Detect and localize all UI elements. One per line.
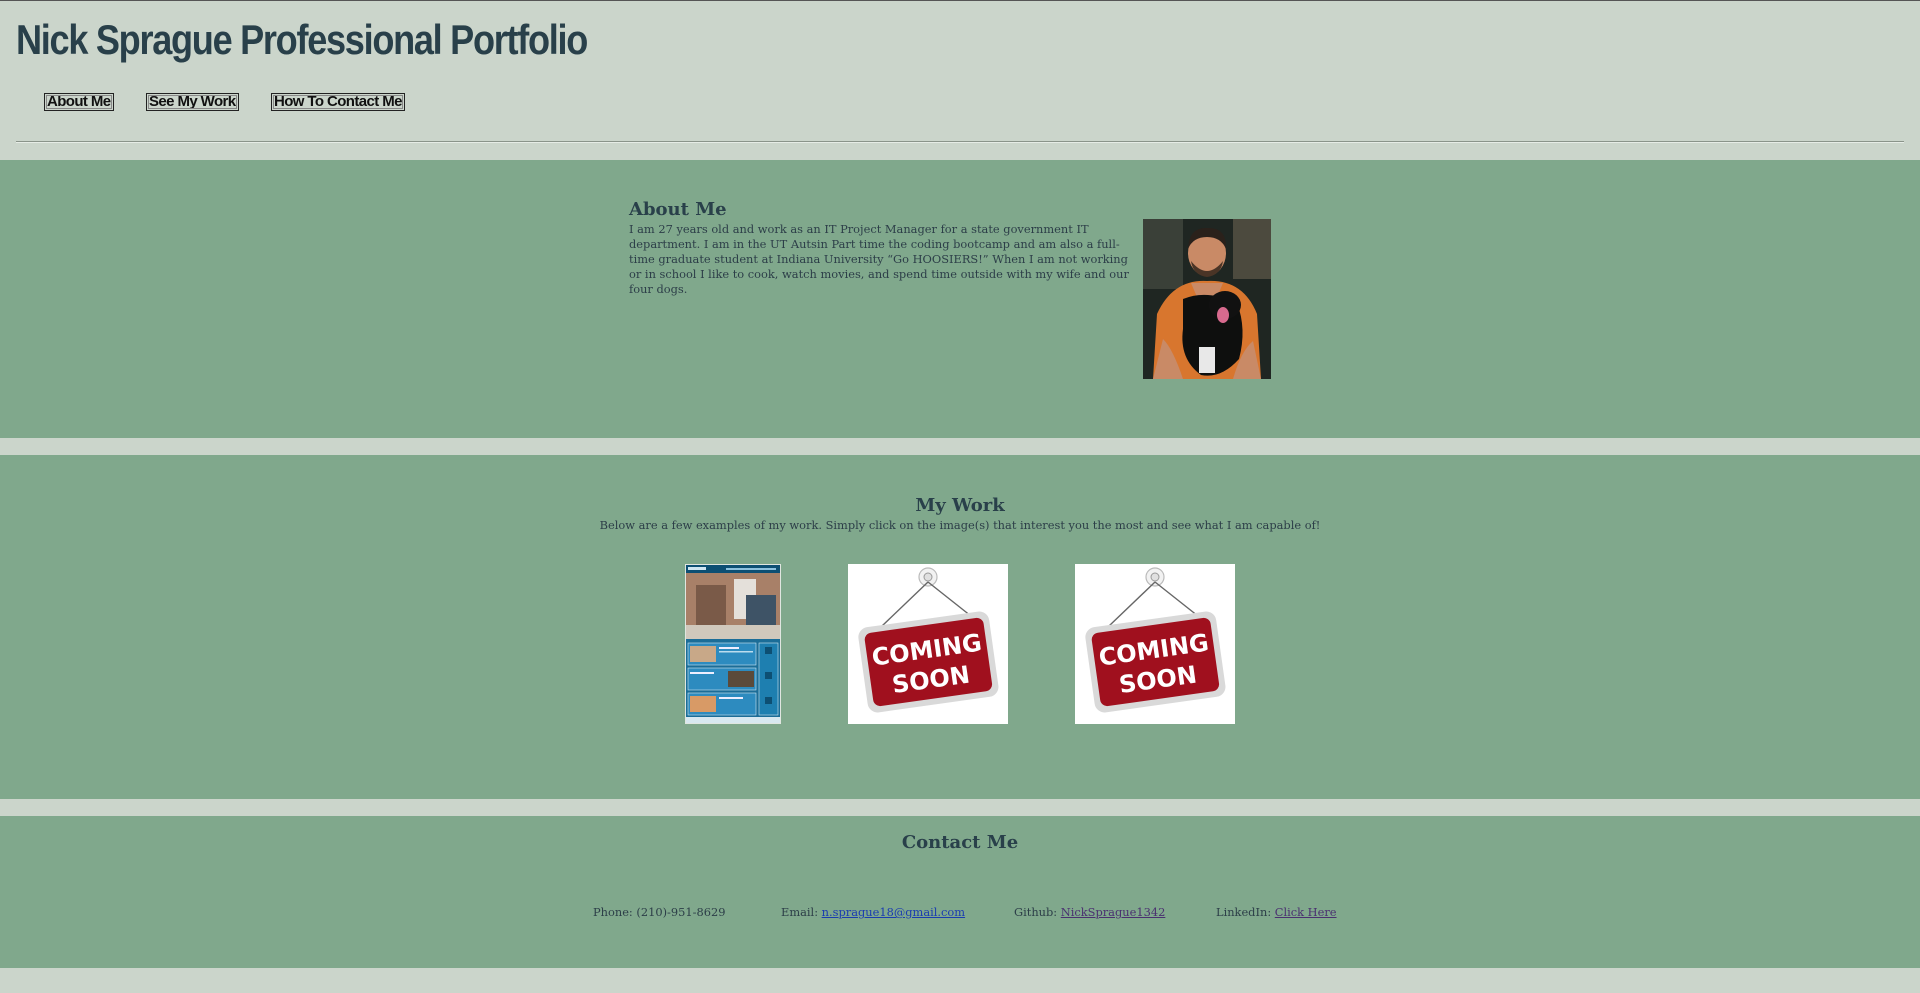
linkedin-link[interactable]: Click Here	[1275, 905, 1337, 919]
contact-github: Github: NickSprague1342	[1014, 905, 1165, 919]
work-heading: My Work	[915, 495, 1005, 516]
coming-soon-sign-icon: COMING SOON	[1075, 564, 1235, 724]
profile-photo	[1143, 219, 1271, 379]
github-link[interactable]: NickSprague1342	[1061, 905, 1166, 919]
project-thumbnail-1[interactable]	[685, 564, 781, 724]
work-section: My Work Below are a few examples of my w…	[0, 455, 1920, 799]
coming-soon-sign-icon: COMING SOON	[848, 564, 1008, 724]
about-section: About Me I am 27 years old and work as a…	[0, 160, 1920, 438]
about-paragraph: I am 27 years old and work as an IT Proj…	[629, 222, 1129, 296]
contact-email: Email: n.sprague18@gmail.com	[781, 905, 965, 919]
contact-linkedin: LinkedIn: Click Here	[1216, 905, 1337, 919]
about-heading: About Me	[629, 199, 727, 220]
project-thumbnail-3[interactable]: COMING SOON	[1075, 564, 1235, 724]
linkedin-label: LinkedIn:	[1216, 905, 1272, 919]
website-screenshot-image	[686, 565, 780, 723]
github-label: Github:	[1014, 905, 1058, 919]
work-subtitle: Below are a few examples of my work. Sim…	[599, 518, 1321, 532]
nav-about-me-button[interactable]: About Me	[44, 93, 114, 111]
nav-see-my-work-button[interactable]: See My Work	[146, 93, 239, 111]
contact-section: Contact Me Phone: (210)-951-8629 Email: …	[0, 816, 1920, 968]
project-thumbnail-2[interactable]: COMING SOON	[848, 564, 1008, 724]
contact-phone: Phone: (210)-951-8629	[593, 905, 726, 919]
profile-photo-image	[1143, 219, 1271, 379]
contact-heading: Contact Me	[901, 832, 1019, 853]
site-title: Nick Sprague Professional Portfolio	[16, 16, 588, 63]
email-label: Email:	[781, 905, 819, 919]
header-divider	[16, 141, 1904, 143]
email-link[interactable]: n.sprague18@gmail.com	[822, 905, 965, 919]
nav-contact-button[interactable]: How To Contact Me	[271, 93, 405, 111]
site-header: Nick Sprague Professional Portfolio Abou…	[0, 0, 1920, 160]
